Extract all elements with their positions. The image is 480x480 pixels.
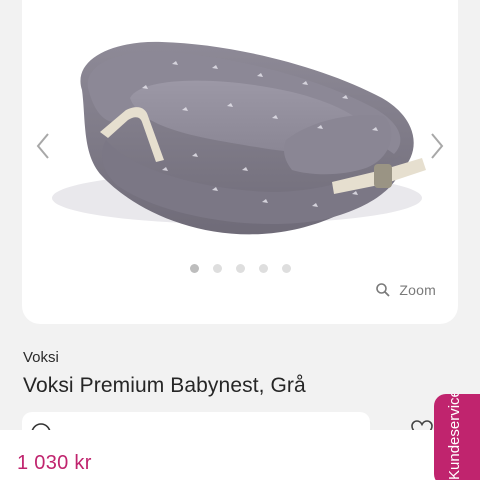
chevron-left-icon (36, 133, 49, 159)
previous-image-button[interactable] (32, 130, 56, 162)
zoom-label: Zoom (399, 282, 436, 298)
product-price: 1 030 kr (17, 452, 92, 474)
magnifier-icon (376, 283, 391, 297)
gallery-pagination (22, 264, 458, 273)
pagination-dot[interactable] (189, 264, 199, 273)
chevron-right-icon (431, 133, 444, 159)
product-image (52, 41, 426, 235)
customer-service-button[interactable]: Kundeservice (434, 394, 480, 480)
product-brand[interactable]: Voksi (23, 349, 59, 366)
zoom-button[interactable]: Zoom (375, 282, 436, 298)
product-gallery: Zoom (22, 0, 458, 324)
next-image-button[interactable] (424, 130, 448, 162)
product-title: Voksi Premium Babynest, Grå (23, 374, 306, 397)
customer-service-label: Kundeservice (446, 394, 463, 480)
pagination-dot[interactable] (281, 264, 291, 273)
pagination-dot[interactable] (235, 264, 245, 273)
pagination-dot[interactable] (212, 264, 222, 273)
pagination-dot[interactable] (258, 264, 268, 273)
